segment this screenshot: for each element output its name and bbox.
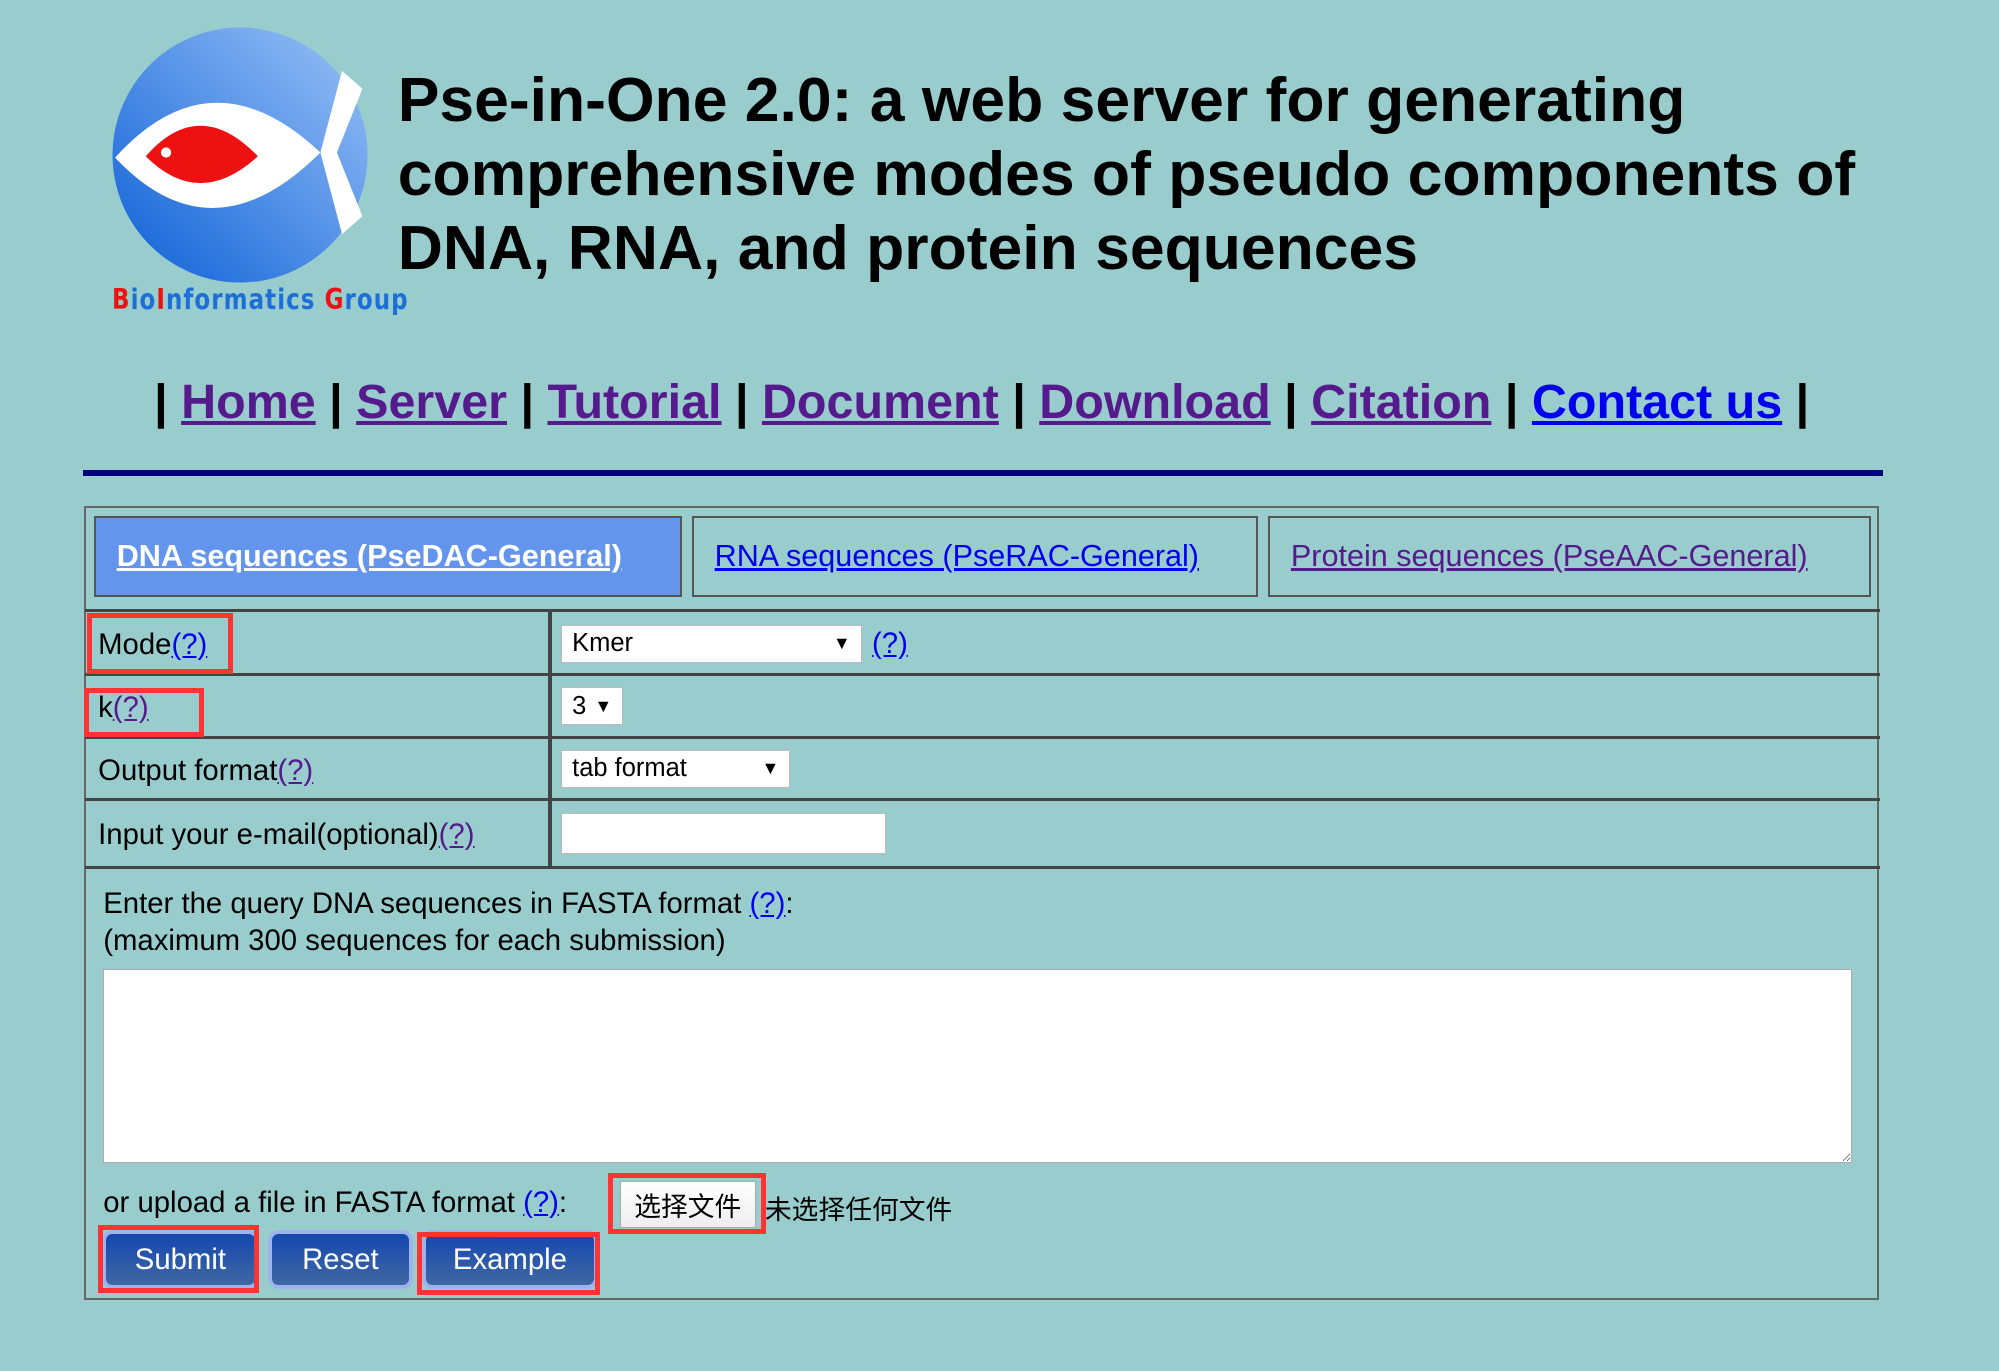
nav-citation[interactable]: Citation <box>1311 375 1491 429</box>
email-label: Input your e-mail(optional) <box>98 817 439 851</box>
dropdown-arrow-icon: ▼ <box>761 758 780 779</box>
email-row: Input your e-mail(optional)(?) <box>85 798 1881 868</box>
no-file-text: 未选择任何文件 <box>764 1195 953 1227</box>
email-help-link[interactable]: (?) <box>439 818 475 851</box>
mode-select-help-link[interactable]: (?) <box>872 627 908 661</box>
nav-tutorial[interactable]: Tutorial <box>547 375 721 429</box>
upload-label: or upload a file in FASTA format <box>103 1185 524 1219</box>
k-row: k(?) <box>85 673 1881 738</box>
dropdown-arrow-icon: ▼ <box>832 633 851 654</box>
nav-server[interactable]: Server <box>356 375 507 429</box>
email-input[interactable] <box>560 813 887 855</box>
column-divider <box>548 611 552 869</box>
tab-protein[interactable]: Protein sequences (PseAAC-General) <box>1268 516 1872 597</box>
highlight-box <box>84 688 204 737</box>
highlight-box <box>98 1225 259 1293</box>
highlight-box <box>86 613 234 675</box>
nav-contact-us[interactable]: Contact us <box>1532 375 1782 429</box>
output-label: Output format <box>98 753 278 787</box>
tab-dna-label[interactable]: DNA sequences (PseDAC-General) <box>117 539 622 574</box>
k-value: 3 <box>572 691 587 720</box>
nav-document[interactable]: Document <box>762 375 999 429</box>
output-row: Output format(?) <box>85 735 1881 801</box>
tab-rna[interactable]: RNA sequences (PseRAC-General) <box>692 516 1259 597</box>
colon: : <box>558 1185 568 1219</box>
mode-row: Mode(?) <box>85 609 1881 675</box>
query-help-link[interactable]: (?) <box>750 887 786 920</box>
upload-help-link[interactable]: (?) <box>523 1186 559 1219</box>
tab-protein-label[interactable]: Protein sequences (PseAAC-General) <box>1291 539 1808 574</box>
highlight-box <box>416 1231 601 1296</box>
logo-icon <box>112 28 368 284</box>
query-note: (maximum 300 sequences for each submissi… <box>103 924 726 957</box>
nav-bar: | Home | Server | Tutorial | Document | … <box>154 374 1810 429</box>
mode-value: Kmer <box>572 629 634 658</box>
row-divider <box>85 865 1881 870</box>
highlight-box <box>608 1172 767 1235</box>
colon: : <box>785 887 794 921</box>
mode-select[interactable]: Kmer ▼ <box>560 624 862 663</box>
nav-download[interactable]: Download <box>1039 375 1270 429</box>
tab-rna-label[interactable]: RNA sequences (PseRAC-General) <box>715 539 1199 574</box>
sequence-textarea[interactable] <box>103 968 1853 1163</box>
output-help-link[interactable]: (?) <box>277 754 313 787</box>
k-select[interactable]: 3 ▼ <box>560 687 624 726</box>
page-title: Pse-in-One 2.0: a web server for generat… <box>397 64 1856 283</box>
query-label: Enter the query DNA sequences in FASTA f… <box>103 887 750 921</box>
nav-home[interactable]: Home <box>181 375 316 429</box>
output-select[interactable]: tab format ▼ <box>560 749 791 788</box>
output-value: tab format <box>572 754 687 783</box>
logo-text: BioInformatics Group <box>112 283 409 317</box>
dropdown-arrow-icon: ▼ <box>594 695 613 716</box>
reset-button[interactable]: Reset <box>271 1234 410 1286</box>
upload-line: or upload a file in FASTA format (?): <box>103 1186 567 1220</box>
divider <box>82 470 1883 476</box>
tab-dna[interactable]: DNA sequences (PseDAC-General) <box>94 516 683 597</box>
